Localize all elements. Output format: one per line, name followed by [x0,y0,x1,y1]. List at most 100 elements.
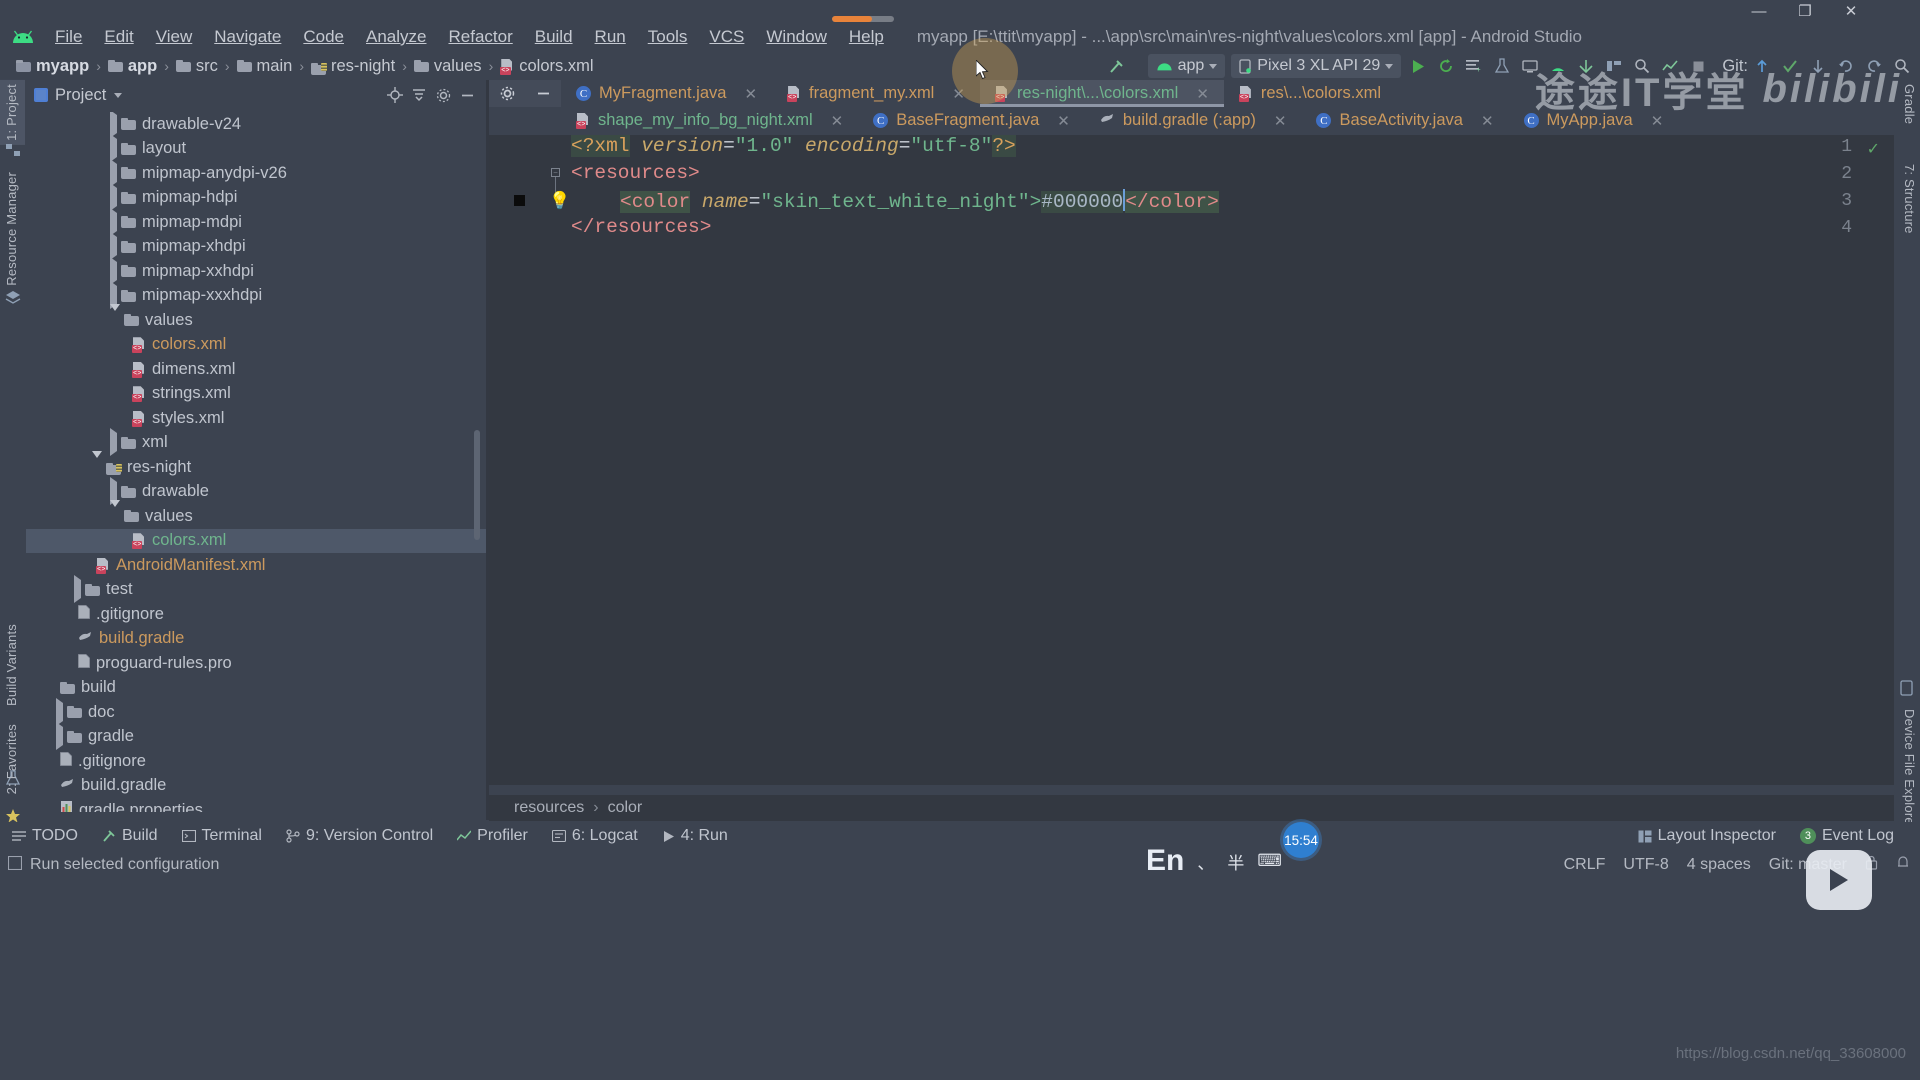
apply-changes-icon[interactable]: + [1460,53,1488,79]
ime-width-mode[interactable]: 半 [1227,849,1244,874]
editor-tab-active[interactable]: res-night\...\colors.xml ✕ [979,80,1224,107]
layout-editor-icon[interactable] [1600,53,1628,79]
bottom-tab-event-log[interactable]: 3 Event Log [1788,822,1906,850]
menu-vcs[interactable]: VCS [698,24,755,50]
menu-file[interactable]: File [44,24,93,50]
stop-icon[interactable] [1684,53,1712,79]
tool-tab-structure[interactable]: 7: Structure [1896,160,1920,238]
menu-run[interactable]: Run [584,24,637,50]
inspection-status-icon[interactable]: ✓ [1867,139,1880,159]
tree-row[interactable]: .gitignore [26,749,486,774]
status-notifications-icon[interactable] [1896,855,1910,875]
collapse-arrow-icon[interactable] [92,450,102,476]
breadcrumb-item-myapp[interactable]: myapp [14,57,91,76]
menu-navigate[interactable]: Navigate [203,24,292,50]
menu-edit[interactable]: Edit [93,24,144,50]
search-icon[interactable] [1888,53,1916,79]
bottom-tab-logcat[interactable]: 6: Logcat [540,822,650,850]
project-tree[interactable]: drawable-v24 layout mipmap-anydpi-v26 mipma… [26,112,486,812]
close-button[interactable]: ✕ [1828,0,1874,22]
editor-tab[interactable]: fragment_my.xml ✕ [772,80,980,107]
tool-tab-favorites[interactable]: 2: Favorites [0,720,25,798]
tree-row[interactable]: doc [26,697,486,726]
status-run-icon[interactable] [7,855,23,875]
search-everywhere-icon[interactable] [1628,53,1656,79]
fold-handle[interactable]: − [551,168,560,177]
bookmark-marker[interactable] [514,195,525,206]
editor-tab[interactable]: res\...\colors.xml [1224,80,1396,107]
minimize-button[interactable]: — [1736,0,1782,22]
breadcrumb-item-colorsxml[interactable]: colors.xml [498,57,595,76]
editor-breadcrumb-item-color[interactable]: color [608,799,643,817]
collapse-all-icon[interactable] [408,84,430,106]
tree-row[interactable]: strings.xml [26,382,486,407]
hide-panel-icon[interactable] [456,84,478,106]
sync-gradle-icon[interactable] [1572,53,1600,79]
tool-tab-device-file-explorer[interactable]: Device File Explorer [1896,705,1920,833]
redo-icon[interactable] [1860,53,1888,79]
device-selector[interactable]: Pixel 3 XL API 29 [1231,54,1402,78]
status-line-separator[interactable]: CRLF [1564,856,1606,874]
expand-arrow-icon[interactable] [110,428,117,457]
editor-tab[interactable]: C MyApp.java ✕ [1509,107,1679,134]
hide-editor-icon[interactable] [532,83,554,105]
tree-row[interactable]: layout [26,134,486,163]
editor-tab[interactable]: C BaseActivity.java ✕ [1301,107,1508,134]
bottom-tab-terminal[interactable]: Terminal [170,822,274,850]
bottom-tab-todo[interactable]: TODO [0,822,90,850]
code-editor[interactable]: 1 2 3 4 − 💡 <?xml version="1.0" encoding… [489,135,1894,785]
tree-row[interactable]: build.gradle [26,627,486,652]
avd-manager-icon[interactable] [1516,53,1544,79]
editor-tab[interactable]: shape_my_info_bg_night.xml ✕ [561,107,858,134]
close-icon[interactable]: ✕ [1057,112,1070,130]
ime-keyboard-icon[interactable]: ⌨ [1257,851,1282,871]
ime-language[interactable]: En [1146,846,1184,876]
tool-tab-gradle[interactable]: Gradle [1896,80,1920,128]
tree-row[interactable]: mipmap-mdpi [26,207,486,236]
git-commit-icon[interactable] [1776,53,1804,79]
close-icon[interactable]: ✕ [952,85,965,103]
tool-tab-project[interactable]: 1: Project [0,80,25,145]
menu-code[interactable]: Code [292,24,355,50]
breadcrumb-item-res-night[interactable]: res-night [309,57,397,76]
bottom-tab-profiler[interactable]: Profiler [445,822,540,850]
menu-tools[interactable]: Tools [637,24,699,50]
run-tests-icon[interactable] [1488,53,1516,79]
menu-help[interactable]: Help [838,24,895,50]
editor-tab[interactable]: C BaseFragment.java ✕ [858,107,1085,134]
bottom-tab-build[interactable]: Build [90,822,170,850]
tree-row[interactable]: values [26,303,486,333]
editor-tab[interactable]: build.gradle (:app) ✕ [1085,107,1302,134]
collapse-arrow-icon[interactable] [110,499,120,525]
tree-row[interactable]: test [26,575,486,604]
chevron-down-icon[interactable] [114,92,123,98]
maximize-button[interactable]: ❐ [1782,0,1828,22]
tool-tab-build-variants[interactable]: Build Variants [0,620,25,710]
tree-row[interactable]: styles.xml [26,406,486,431]
tree-row[interactable]: proguard-rules.pro [26,651,486,676]
tree-row[interactable]: mipmap-anydpi-v26 [26,158,486,187]
expand-arrow-icon[interactable] [74,575,81,604]
bottom-tab-layout-inspector[interactable]: Layout Inspector [1626,822,1788,850]
locate-file-icon[interactable] [384,84,406,106]
tree-row[interactable]: build.gradle [26,774,486,799]
project-tree-scrollbar[interactable] [474,430,480,540]
device-file-explorer-icon[interactable] [1899,680,1915,696]
tree-row[interactable]: build [26,676,486,701]
breadcrumb-item-main[interactable]: main [235,57,295,76]
tree-row[interactable]: gradle.properties [26,798,486,812]
tree-row[interactable]: mipmap-xxxhdpi [26,281,486,310]
profiler-icon[interactable] [1656,53,1684,79]
tree-row-selected[interactable]: colors.xml [26,528,486,553]
structure-strip-icon[interactable] [5,142,21,158]
tree-row[interactable]: values [26,499,486,529]
editor-tab[interactable]: C MyFragment.java ✕ [561,80,772,107]
tree-row[interactable]: AndroidManifest.xml [26,553,486,578]
module-selector[interactable]: app [1147,54,1226,78]
status-indent[interactable]: 4 spaces [1687,856,1751,874]
undo-icon[interactable] [1832,53,1860,79]
tree-row[interactable]: drawable-v24 [26,112,486,138]
tree-row[interactable]: dimens.xml [26,357,486,382]
debug-button[interactable] [1432,53,1460,79]
tree-row[interactable]: drawable [26,477,486,506]
